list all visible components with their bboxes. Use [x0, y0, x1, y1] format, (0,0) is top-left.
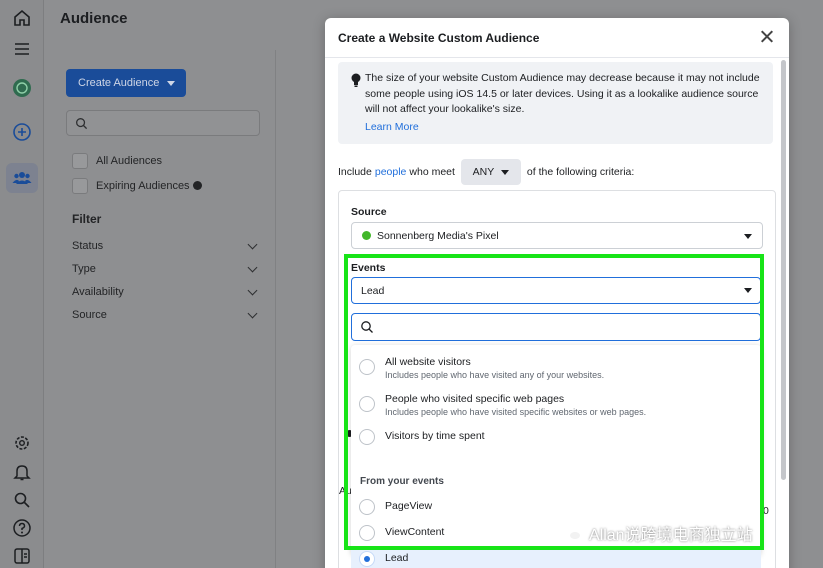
all-audiences-checkbox[interactable] [72, 153, 88, 169]
watermark-text: Allan说跨境电商独立站 [589, 527, 753, 544]
chevron-down-icon [247, 262, 258, 272]
all-audiences-label: All Audiences [96, 155, 163, 167]
ios-notice-banner: The size of your website Custom Audience… [338, 62, 773, 144]
option-title: People who visited specific web pages [385, 393, 565, 405]
create-audience-label: Create Audience [78, 77, 160, 89]
events-select[interactable]: Lead [351, 277, 761, 304]
create-custom-audience-dialog: Create a Website Custom Audience The siz… [325, 18, 789, 568]
chevron-down-icon [744, 288, 752, 293]
gear-icon[interactable] [11, 432, 33, 454]
filter-type-label: Type [72, 263, 96, 275]
filter-availability-label: Availability [72, 286, 124, 298]
info-icon [192, 181, 202, 190]
wechat-icon [559, 523, 585, 543]
radio-button[interactable] [359, 359, 375, 375]
option-title: ViewContent [385, 526, 445, 538]
expiring-audiences-checkbox[interactable] [72, 178, 88, 194]
search-icon [76, 118, 88, 130]
expiring-audiences-label: Expiring Audiences [96, 180, 202, 192]
hidden-field-fragment: Au [339, 485, 352, 497]
radio-button[interactable] [359, 525, 375, 541]
filter-status[interactable]: Status [72, 239, 258, 252]
bell-icon[interactable] [11, 461, 33, 483]
match-any-value: ANY [472, 166, 495, 178]
option-description: Includes people who have visited any of … [385, 370, 605, 380]
option-lead[interactable]: Lead [351, 546, 761, 568]
option-specific-web-pages[interactable]: People who visited specific web pages In… [351, 387, 761, 421]
close-icon[interactable] [759, 29, 775, 45]
page-title: Audience [60, 10, 128, 27]
expiring-audiences-text: Expiring Audiences [96, 180, 190, 192]
option-title: Lead [385, 552, 409, 564]
source-value: Sonnenberg Media's Pixel [377, 229, 499, 242]
lightbulb-icon [351, 73, 361, 87]
filter-source-label: Source [72, 309, 107, 321]
chevron-down-icon [247, 239, 258, 249]
create-audience-button[interactable]: Create Audience [66, 69, 186, 97]
people-link[interactable]: people [375, 166, 407, 178]
criteria-prefix: Include [338, 166, 372, 178]
criteria-sentence: Include people who meet ANY of the follo… [338, 159, 634, 185]
source-select[interactable]: Sonnenberg Media's Pixel [351, 222, 763, 249]
hidden-field-fragment-right: 0 [763, 505, 769, 517]
plus-circle-icon[interactable] [11, 121, 33, 143]
radio-button[interactable] [359, 499, 375, 515]
source-label: Source [351, 206, 387, 218]
notice-text: The size of your website Custom Audience… [365, 72, 760, 115]
learn-more-link[interactable]: Learn More [365, 121, 419, 133]
filter-source[interactable]: Source [72, 308, 258, 321]
home-icon[interactable] [11, 7, 33, 29]
chevron-down-icon [247, 285, 258, 295]
radio-button[interactable] [359, 396, 375, 412]
pixel-status-dot [362, 231, 371, 240]
criteria-suffix: of the following criteria: [526, 166, 635, 178]
help-icon[interactable] [11, 517, 33, 539]
filter-type[interactable]: Type [72, 262, 258, 275]
events-value: Lead [361, 284, 385, 297]
audience-search-input[interactable] [66, 110, 260, 136]
radio-button[interactable] [359, 429, 375, 445]
option-all-website-visitors[interactable]: All website visitors Includes people who… [351, 350, 761, 384]
filter-status-label: Status [72, 240, 104, 252]
account-icon[interactable] [11, 77, 33, 99]
chevron-down-icon [501, 169, 510, 175]
report-icon[interactable] [11, 545, 33, 567]
option-visitors-by-time-spent[interactable]: Visitors by time spent [351, 424, 761, 450]
dialog-scrollbar[interactable] [781, 60, 786, 480]
menu-icon[interactable] [11, 38, 33, 60]
events-search-input[interactable] [351, 313, 761, 341]
match-any-select[interactable]: ANY [460, 159, 521, 185]
search-icon [361, 321, 373, 333]
dialog-title: Create a Website Custom Audience [338, 31, 540, 45]
watermark: Allan说跨境电商独立站 [559, 521, 753, 545]
option-title: PageView [385, 500, 433, 512]
dialog-header: Create a Website Custom Audience [325, 18, 789, 58]
option-pageview[interactable]: PageView [351, 494, 761, 520]
events-label: Events [351, 262, 386, 274]
option-description: Includes people who have visited specifi… [385, 407, 647, 417]
chevron-down-icon [744, 234, 752, 239]
audiences-icon[interactable] [11, 167, 33, 189]
filter-availability[interactable]: Availability [72, 285, 258, 298]
criteria-mid: who meet [409, 166, 455, 178]
option-title: All website visitors [385, 356, 471, 368]
events-group-label: From your events [360, 476, 444, 487]
radio-button-selected[interactable] [359, 551, 375, 567]
filter-title: Filter [72, 212, 102, 226]
chevron-down-icon [167, 80, 176, 86]
option-title: Visitors by time spent [385, 430, 485, 442]
search-icon[interactable] [11, 489, 33, 511]
left-nav-rail [0, 0, 44, 568]
chevron-down-icon [247, 308, 258, 318]
